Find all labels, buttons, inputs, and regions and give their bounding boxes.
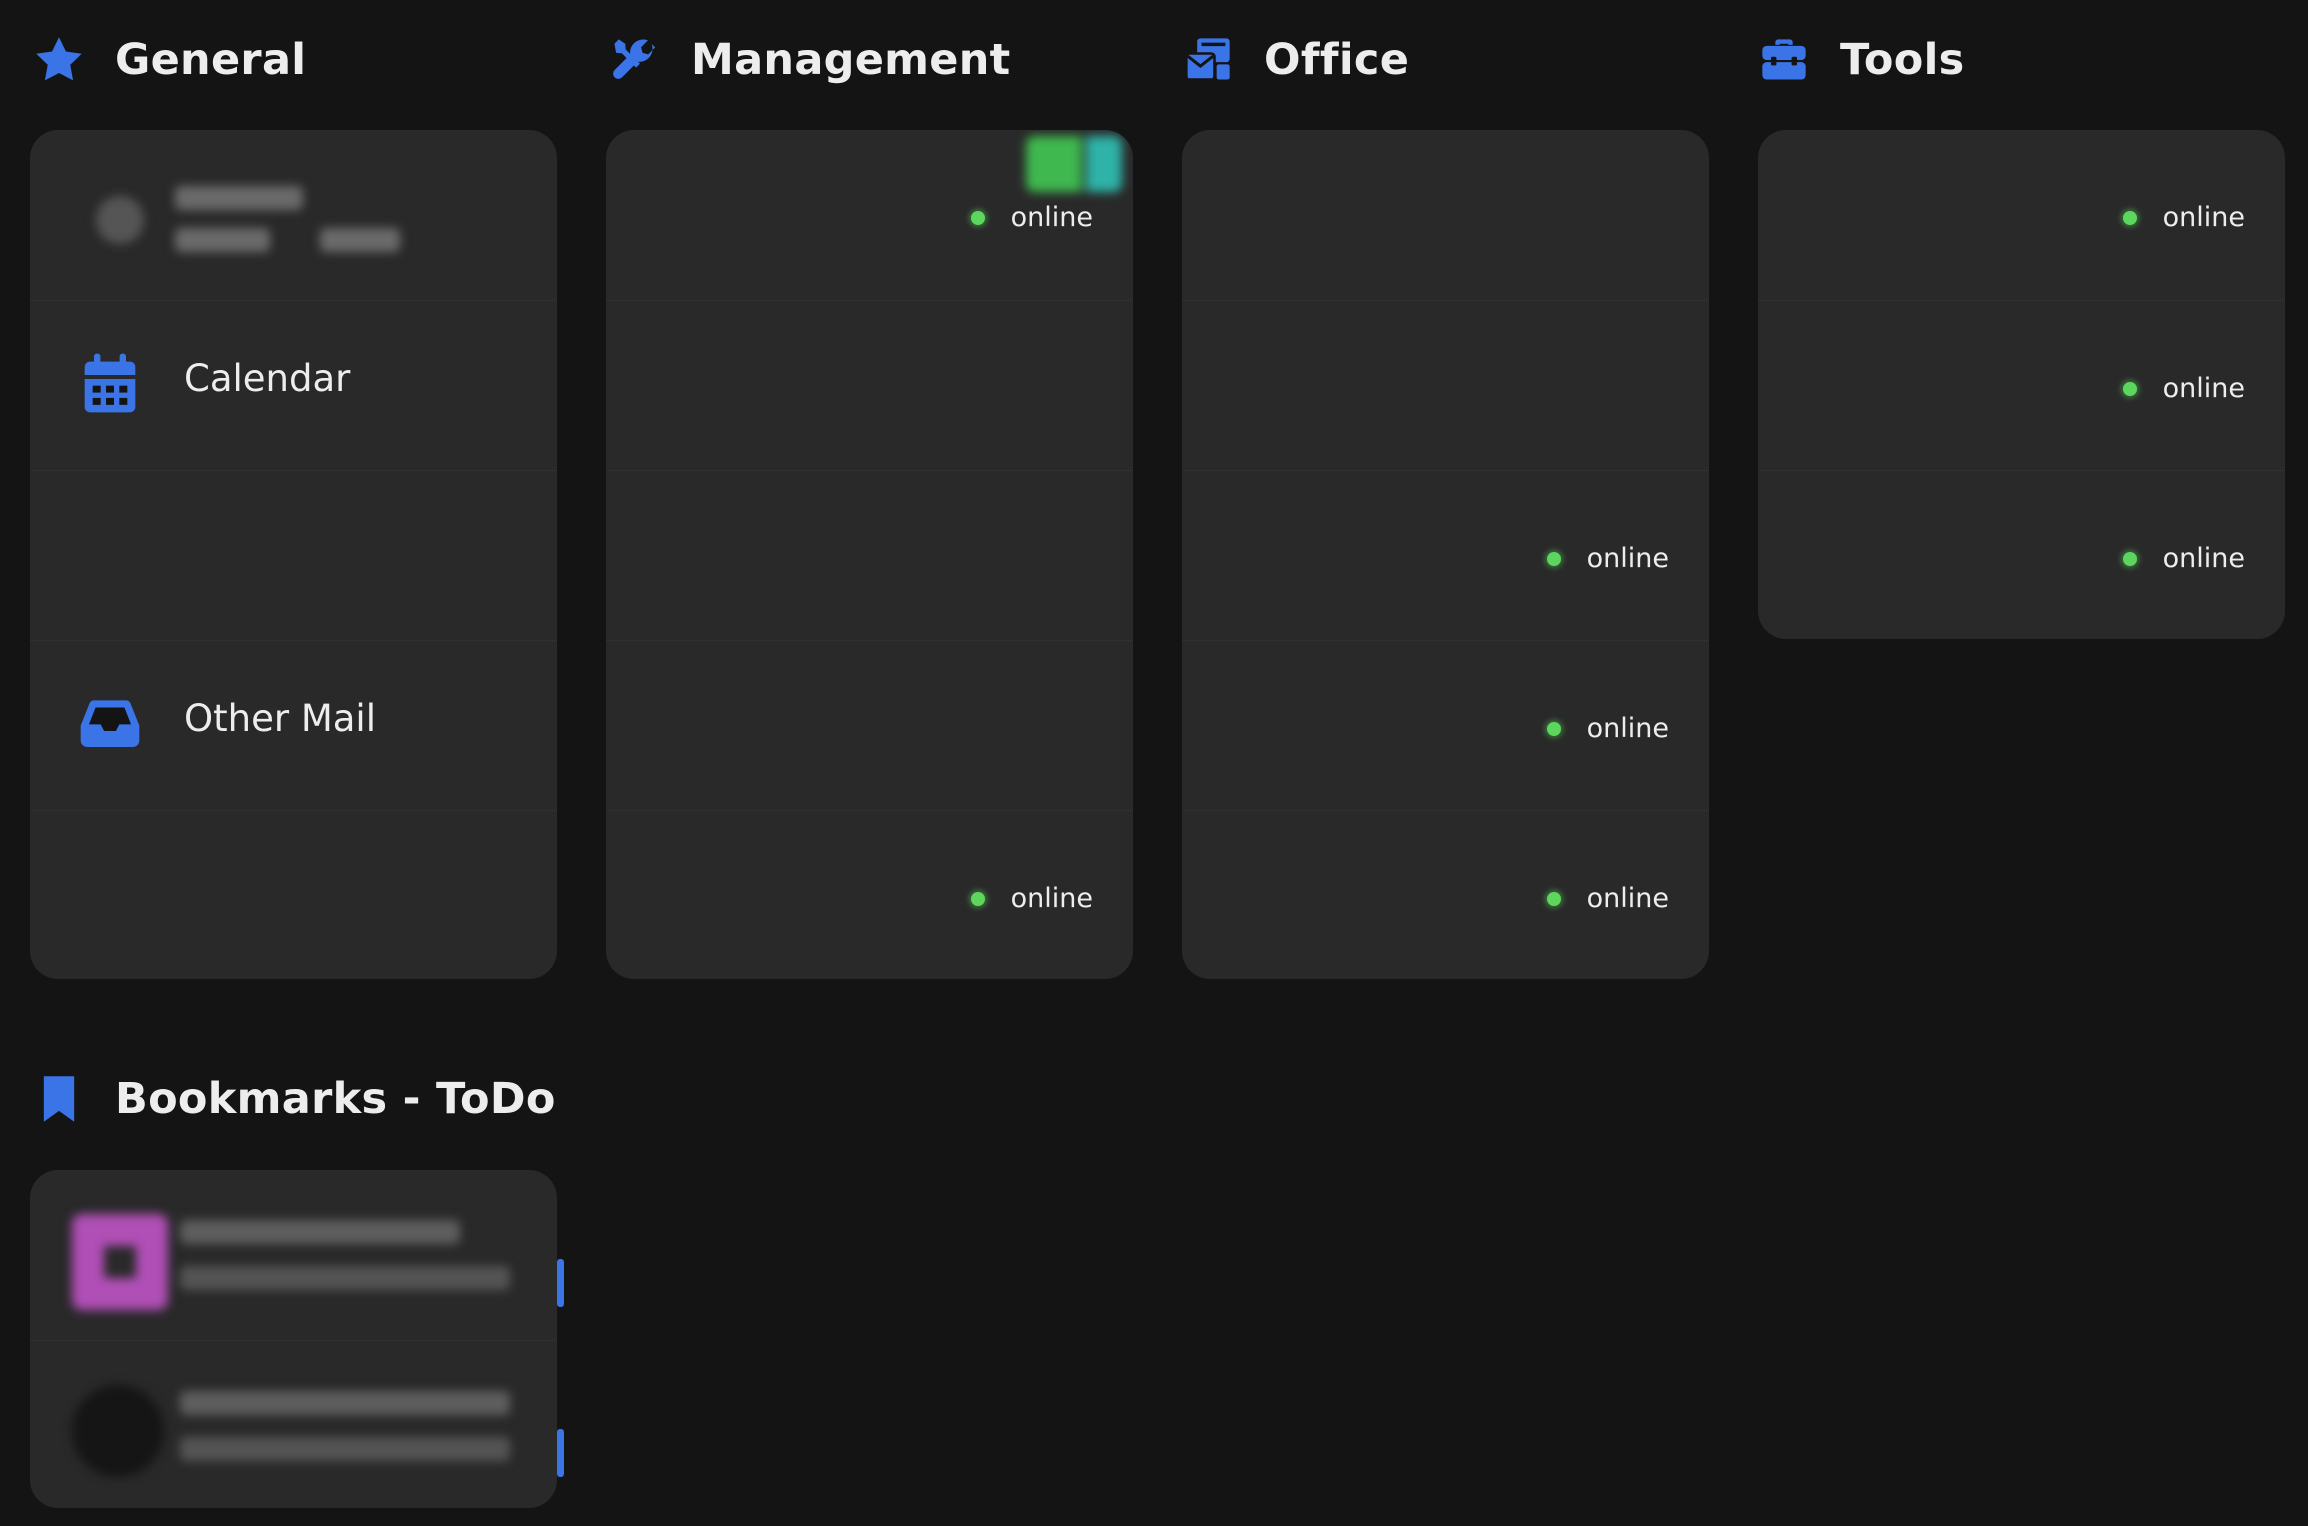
status-dot xyxy=(2122,210,2137,225)
service-redacted[interactable] xyxy=(30,130,557,300)
status-indicator: online xyxy=(1546,883,1669,914)
bookmark-item[interactable] xyxy=(30,1340,557,1508)
bookmarks-card xyxy=(30,1170,557,1508)
service-redacted[interactable]: online xyxy=(606,130,1133,300)
status-dot xyxy=(1546,721,1561,736)
bookmark-scroll-indicator xyxy=(557,1259,564,1307)
status-dot xyxy=(970,891,985,906)
service-empty[interactable] xyxy=(606,470,1133,641)
office-card: online online online xyxy=(1182,130,1709,979)
service-redacted[interactable]: online xyxy=(1182,470,1709,641)
status-dot xyxy=(1546,551,1561,566)
status-dot xyxy=(970,210,985,225)
bookmark-scroll-indicator xyxy=(557,1429,564,1477)
bookmark-icon xyxy=(33,1073,85,1125)
section-heading: General xyxy=(115,35,307,85)
status-indicator: online xyxy=(2122,202,2245,233)
dashboard: General Management Office Tools Bookmark… xyxy=(0,0,2308,1526)
status-indicator: online xyxy=(1546,713,1669,744)
status-text: online xyxy=(2162,543,2245,574)
status-indicator: online xyxy=(2122,373,2245,404)
section-title-general: General xyxy=(33,30,306,90)
bookmark-favicon xyxy=(72,1214,168,1310)
service-redacted[interactable]: online xyxy=(1758,470,2285,639)
section-heading: Office xyxy=(1264,35,1410,85)
service-other-mail[interactable]: Other Mail xyxy=(30,640,557,811)
section-heading: Management xyxy=(691,35,1011,85)
star-icon xyxy=(33,34,85,86)
status-indicator: online xyxy=(970,883,1093,914)
section-heading: Bookmarks - ToDo xyxy=(115,1074,556,1124)
inbox-icon xyxy=(78,691,142,755)
status-text: online xyxy=(1586,713,1669,744)
service-calendar[interactable]: Calendar xyxy=(30,300,557,471)
section-title-management: Management xyxy=(609,30,1011,90)
redacted-bookmark-content xyxy=(30,1341,557,1508)
tools-card: online online online xyxy=(1758,130,2285,639)
general-card: Calendar Other Mail xyxy=(30,130,557,979)
service-label: Other Mail xyxy=(184,697,376,740)
service-redacted[interactable]: online xyxy=(606,810,1133,979)
service-empty[interactable] xyxy=(1182,300,1709,471)
management-card: online online xyxy=(606,130,1133,979)
section-title-office: Office xyxy=(1182,30,1409,90)
service-redacted[interactable]: online xyxy=(1758,300,2285,471)
status-indicator: online xyxy=(2122,543,2245,574)
status-indicator: online xyxy=(970,202,1093,233)
status-text: online xyxy=(2162,202,2245,233)
service-empty[interactable] xyxy=(30,810,557,979)
service-label: Calendar xyxy=(184,357,351,400)
bookmark-item[interactable] xyxy=(30,1170,557,1340)
service-redacted[interactable]: online xyxy=(1182,810,1709,979)
status-dot xyxy=(2122,381,2137,396)
bookmark-favicon xyxy=(72,1385,164,1477)
status-indicator: online xyxy=(1546,543,1669,574)
section-title-bookmarks: Bookmarks - ToDo xyxy=(33,1069,556,1129)
redacted-service-content xyxy=(30,130,557,300)
status-text: online xyxy=(1586,543,1669,574)
service-redacted[interactable]: online xyxy=(1758,130,2285,300)
toolbox-icon xyxy=(1758,34,1810,86)
status-text: online xyxy=(1586,883,1669,914)
mail-bulk-icon xyxy=(1182,34,1234,86)
service-empty[interactable] xyxy=(30,470,557,641)
service-empty[interactable] xyxy=(1182,130,1709,300)
status-text: online xyxy=(2162,373,2245,404)
status-text: online xyxy=(1010,883,1093,914)
status-dot xyxy=(2122,551,2137,566)
tools-icon xyxy=(609,34,661,86)
redacted-bookmark-content xyxy=(30,1170,557,1340)
status-dot xyxy=(1546,891,1561,906)
service-redacted[interactable]: online xyxy=(1182,640,1709,811)
section-title-tools: Tools xyxy=(1758,30,1965,90)
section-heading: Tools xyxy=(1840,35,1965,85)
service-empty[interactable] xyxy=(606,640,1133,811)
calendar-icon xyxy=(78,351,142,415)
status-text: online xyxy=(1010,202,1093,233)
service-empty[interactable] xyxy=(606,300,1133,471)
